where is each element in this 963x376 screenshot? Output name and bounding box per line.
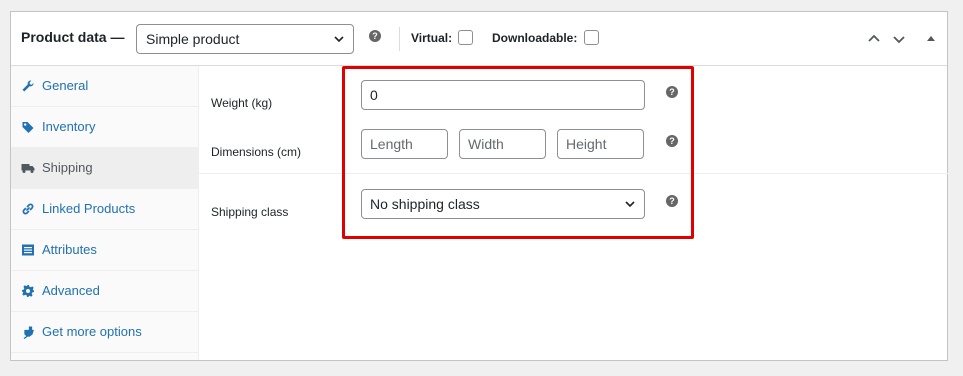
product-data-tabs: General Inventory Shipping Linked Produc… (11, 66, 199, 360)
tab-label: Get more options (42, 324, 142, 339)
tab-label: General (42, 78, 89, 93)
panel-header: Product data — Simple product ? Virtual:… (11, 12, 947, 66)
tag-icon (22, 122, 34, 133)
toggle-panel-icon[interactable] (924, 32, 938, 46)
downloadable-label: Downloadable: (492, 31, 578, 45)
tab-attributes[interactable]: Attributes (11, 230, 198, 271)
tab-label: Shipping (42, 160, 93, 175)
chevron-down-icon[interactable] (892, 32, 906, 46)
weight-label: Weight (kg) (211, 96, 273, 110)
panel-title: Product data — (21, 29, 125, 45)
tab-linked-products[interactable]: Linked Products (11, 189, 198, 230)
virtual-label: Virtual: (411, 31, 453, 45)
link-icon (22, 203, 34, 215)
downloadable-checkbox[interactable] (584, 30, 599, 45)
wrench-icon (22, 80, 34, 92)
tab-label: Inventory (42, 119, 96, 134)
tab-label: Advanced (42, 283, 100, 298)
product-data-panel: Product data — Simple product ? Virtual:… (10, 11, 949, 361)
tab-label: Linked Products (42, 201, 136, 216)
help-icon[interactable]: ? (369, 30, 381, 42)
tab-get-more-options[interactable]: Get more options (11, 312, 198, 353)
chevron-down-icon (334, 36, 344, 43)
tab-shipping[interactable]: Shipping (11, 148, 198, 189)
shipping-class-label: Shipping class (211, 205, 289, 219)
tab-advanced[interactable]: Advanced (11, 271, 198, 312)
header-divider (399, 27, 400, 51)
tab-label: Attributes (42, 242, 97, 257)
virtual-checkbox[interactable] (458, 30, 473, 45)
gear-icon (22, 285, 34, 297)
dimensions-label: Dimensions (cm) (211, 145, 302, 159)
list-icon (22, 244, 34, 256)
product-type-value: Simple product (146, 31, 240, 47)
chevron-up-icon[interactable] (867, 32, 881, 46)
plugin-icon (23, 326, 34, 339)
tab-general[interactable]: General (11, 66, 198, 107)
product-type-select[interactable]: Simple product (136, 24, 354, 54)
truck-icon (21, 164, 35, 173)
tab-inventory[interactable]: Inventory (11, 107, 198, 148)
highlight-box (342, 66, 694, 239)
